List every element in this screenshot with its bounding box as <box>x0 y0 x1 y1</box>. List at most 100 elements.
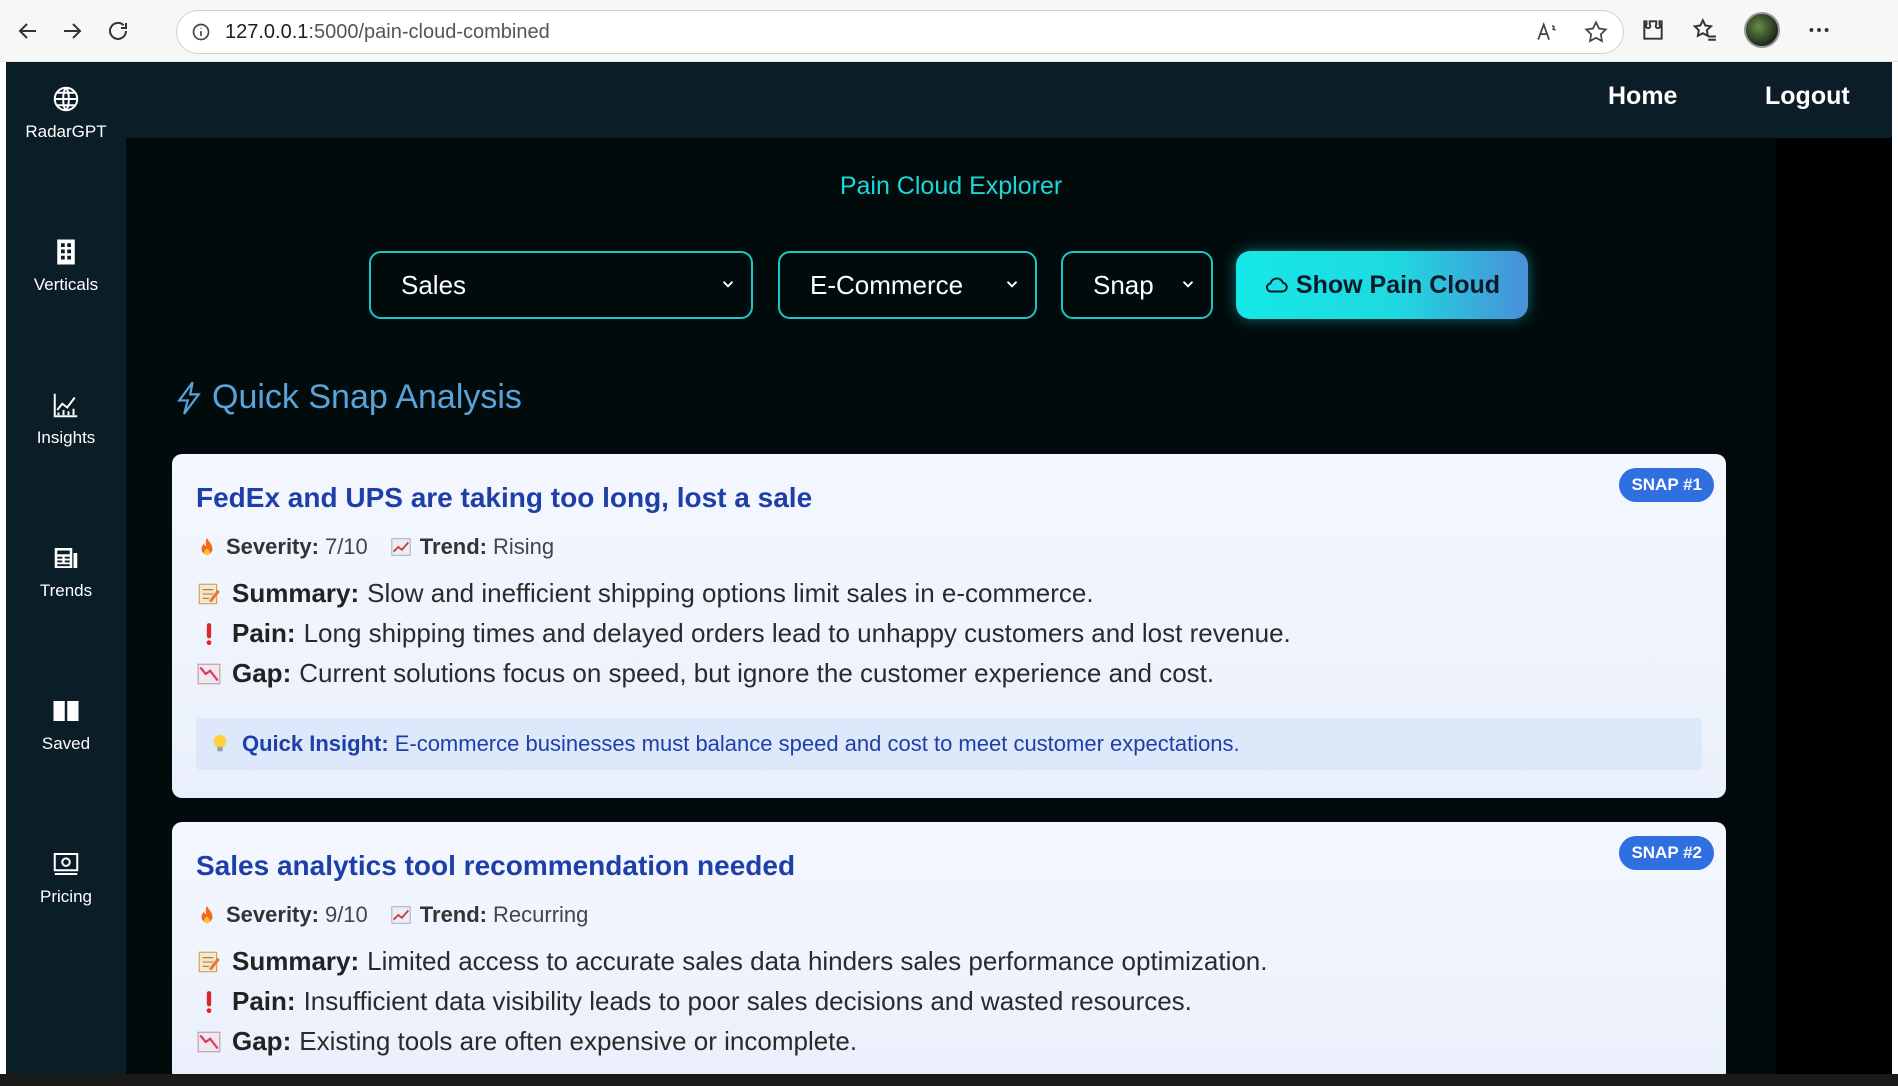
snap-card-title: Sales analytics tool recommendation need… <box>196 850 796 881</box>
scroll-gutter <box>1776 138 1892 1074</box>
snap-meta: Severity: 9/10 Trend: Recurring <box>196 902 588 928</box>
severity-label: Severity: <box>226 902 319 927</box>
logout-link[interactable]: Logout <box>1765 82 1850 111</box>
trend-value: Recurring <box>493 902 589 927</box>
exclamation-icon <box>206 622 212 645</box>
sidebar-item-saved[interactable]: Saved <box>6 696 126 754</box>
quick-insight-box: Quick Insight: E-commerce businesses mus… <box>196 718 1702 770</box>
snap-meta: Severity: 7/10 Trend: Rising <box>196 534 554 560</box>
summary-label: Summary: <box>232 578 360 608</box>
severity-value: 7/10 <box>324 534 368 559</box>
cash-icon <box>53 853 79 875</box>
newspaper-icon <box>54 548 78 568</box>
pain-line: Pain: Long shipping times and delayed or… <box>196 618 1291 649</box>
fire-icon <box>201 537 213 556</box>
memo-icon <box>198 951 220 972</box>
gap-label: Gap: <box>232 1026 292 1056</box>
sidebar-item-label: Saved <box>41 734 91 753</box>
chart-decreasing-icon <box>197 663 221 684</box>
exclamation-icon <box>206 990 212 1013</box>
mode-select-value: Snap <box>1093 269 1154 300</box>
pain-text: Insufficient data visibility leads to po… <box>303 986 1192 1016</box>
pain-text: Long shipping times and delayed orders l… <box>303 618 1291 648</box>
memo-icon <box>198 583 220 604</box>
globe-icon <box>53 86 79 112</box>
snap-card: Sales analytics tool recommendation need… <box>172 822 1726 1082</box>
page-title: Pain Cloud Explorer <box>839 172 1063 200</box>
favorite-star-icon[interactable] <box>1583 19 1609 45</box>
browser-toolbar: 127.0.0.1:5000/pain-cloud-combined <box>0 0 1898 62</box>
summary-text: Slow and inefficient shipping options li… <box>367 578 1094 608</box>
url-path: :5000/pain-cloud-combined <box>308 20 550 43</box>
book-icon <box>53 701 79 721</box>
summary-text: Limited access to accurate sales data hi… <box>367 946 1268 976</box>
sidebar-item-radargpt[interactable]: RadarGPT <box>6 84 126 142</box>
address-bar[interactable]: 127.0.0.1:5000/pain-cloud-combined <box>176 10 1624 54</box>
chevron-down-icon <box>1182 281 1194 288</box>
snap-card-title: FedEx and UPS are taking too long, lost … <box>196 482 813 513</box>
snap-badge: SNAP #1 <box>1619 468 1714 502</box>
app-window: RadarGPT Verticals Insights Trends Saved… <box>6 62 1892 1082</box>
reload-icon[interactable] <box>98 11 138 51</box>
summary-line: Summary: Slow and inefficient shipping o… <box>196 578 1094 609</box>
chart-icon <box>53 393 78 418</box>
severity-label: Severity: <box>226 534 319 559</box>
url-text: 127.0.0.1:5000/pain-cloud-combined <box>225 21 550 44</box>
gap-text: Existing tools are often expensive or in… <box>299 1026 858 1056</box>
snap-card: FedEx and UPS are taking too long, lost … <box>172 454 1726 798</box>
summary-line: Summary: Limited access to accurate sale… <box>196 946 1268 977</box>
trend-label: Trend: <box>419 534 488 559</box>
forward-icon[interactable] <box>52 11 92 51</box>
sidebar-item-verticals[interactable]: Verticals <box>6 237 126 295</box>
sidebar-item-label: RadarGPT <box>25 122 107 141</box>
trend-value: Rising <box>493 534 555 559</box>
sidebar-item-trends[interactable]: Trends <box>6 543 126 601</box>
show-pain-cloud-label: Show Pain Cloud <box>1295 270 1501 299</box>
pain-line: Pain: Insufficient data visibility leads… <box>196 986 1192 1017</box>
sidebar-item-insights[interactable]: Insights <box>6 390 126 448</box>
chevron-down-icon <box>722 281 734 288</box>
gap-text: Current solutions focus on speed, but ig… <box>299 658 1215 688</box>
trend-chart-icon <box>391 906 411 924</box>
lightbulb-icon <box>213 734 227 752</box>
favorites-icon[interactable] <box>1692 17 1718 43</box>
gap-line: Gap: Existing tools are often expensive … <box>196 1026 857 1057</box>
sidebar-item-label: Insights <box>36 428 96 447</box>
sidebar-item-pricing[interactable]: Pricing <box>6 849 126 907</box>
trend-label: Trend: <box>419 902 488 927</box>
main-content: Pain Cloud Explorer Sales E-Commerce Sna… <box>126 138 1776 1082</box>
window-bottom-edge <box>0 1074 1898 1086</box>
site-info-icon[interactable] <box>191 22 211 42</box>
read-aloud-icon[interactable] <box>1535 19 1561 45</box>
more-icon[interactable] <box>1806 17 1832 43</box>
cloud-icon <box>1265 277 1288 293</box>
back-icon[interactable] <box>8 11 48 51</box>
building-icon <box>57 239 75 265</box>
sidebar: RadarGPT Verticals Insights Trends Saved… <box>6 62 126 1074</box>
section-title-text: Quick Snap Analysis <box>212 378 522 416</box>
sidebar-item-label: Trends <box>39 581 93 600</box>
extensions-icon[interactable] <box>1640 17 1666 43</box>
category-select[interactable]: Sales <box>369 251 753 319</box>
quick-insight-label: Quick Insight: <box>242 731 389 756</box>
trend-chart-icon <box>391 538 411 556</box>
chart-decreasing-icon <box>197 1031 221 1052</box>
section-title: Quick Snap Analysis <box>176 378 522 417</box>
industry-select-value: E-Commerce <box>810 269 964 300</box>
chevron-down-icon <box>1006 281 1018 288</box>
gap-label: Gap: <box>232 658 292 688</box>
profile-avatar[interactable] <box>1744 12 1780 48</box>
home-link[interactable]: Home <box>1608 82 1677 111</box>
url-host: 127.0.0.1 <box>225 20 309 43</box>
show-pain-cloud-button[interactable]: Show Pain Cloud <box>1236 251 1528 319</box>
category-select-value: Sales <box>401 269 467 300</box>
pain-label: Pain: <box>232 618 296 648</box>
mode-select[interactable]: Snap <box>1061 251 1213 319</box>
pain-label: Pain: <box>232 986 296 1016</box>
lightning-icon <box>177 381 201 414</box>
industry-select[interactable]: E-Commerce <box>778 251 1037 319</box>
summary-label: Summary: <box>232 946 360 976</box>
severity-value: 9/10 <box>324 902 368 927</box>
top-navbar: Home Logout <box>126 62 1892 138</box>
quick-insight-text: E-commerce businesses must balance speed… <box>394 731 1240 756</box>
